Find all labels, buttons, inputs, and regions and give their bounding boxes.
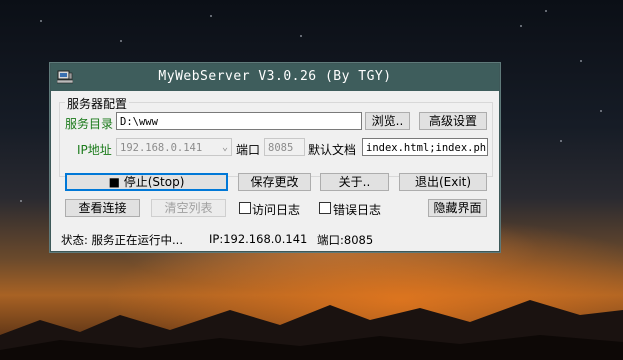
status-text: 状态: 服务正在运行中...	[61, 233, 183, 247]
error-log-checkbox[interactable]	[319, 202, 331, 214]
access-log-checkbox[interactable]	[239, 202, 251, 214]
stop-button[interactable]: ■ 停止(Stop)	[65, 173, 228, 191]
view-connections-button[interactable]: 查看连接	[65, 199, 140, 217]
chevron-down-icon: ⌄	[221, 142, 228, 153]
ip-label: IP地址	[77, 143, 112, 157]
clear-list-button[interactable]: 清空列表	[151, 199, 226, 217]
background-mountains	[0, 300, 623, 360]
about-button[interactable]: 关于..	[320, 173, 389, 191]
status-bar: 状态: 服务正在运行中... IP:192.168.0.141 端口:8085	[51, 227, 499, 251]
advanced-settings-button[interactable]: 高级设置	[419, 112, 487, 130]
window-title: MyWebServer V3.0.26 (By TGY)	[158, 69, 392, 84]
default-doc-label: 默认文档	[308, 143, 357, 157]
title-bar[interactable]: MyWebServer V3.0.26 (By TGY)	[51, 64, 499, 91]
error-log-label[interactable]: 错误日志	[333, 201, 381, 218]
ip-value: 192.168.0.141	[120, 142, 203, 154]
exit-button[interactable]: 退出(Exit)	[399, 173, 487, 191]
ip-select[interactable]: 192.168.0.141 ⌄	[116, 138, 232, 156]
hide-window-button[interactable]: 隐藏界面	[428, 199, 487, 217]
port-label: 端口	[236, 143, 261, 157]
access-log-label[interactable]: 访问日志	[252, 201, 300, 218]
status-ip: IP:192.168.0.141	[209, 232, 308, 246]
status-port: 端口:8085	[317, 233, 374, 247]
dir-input[interactable]: D:\www	[116, 112, 362, 130]
save-button[interactable]: 保存更改	[238, 173, 311, 191]
server-config-title: 服务器配置	[65, 95, 130, 112]
app-window: MyWebServer V3.0.26 (By TGY) 服务器配置 服务目录 …	[50, 63, 500, 252]
default-doc-input[interactable]: index.html;index.php	[362, 138, 488, 156]
port-input[interactable]: 8085	[264, 138, 305, 156]
dir-label: 服务目录	[65, 117, 114, 131]
browse-button[interactable]: 浏览..	[365, 112, 410, 130]
